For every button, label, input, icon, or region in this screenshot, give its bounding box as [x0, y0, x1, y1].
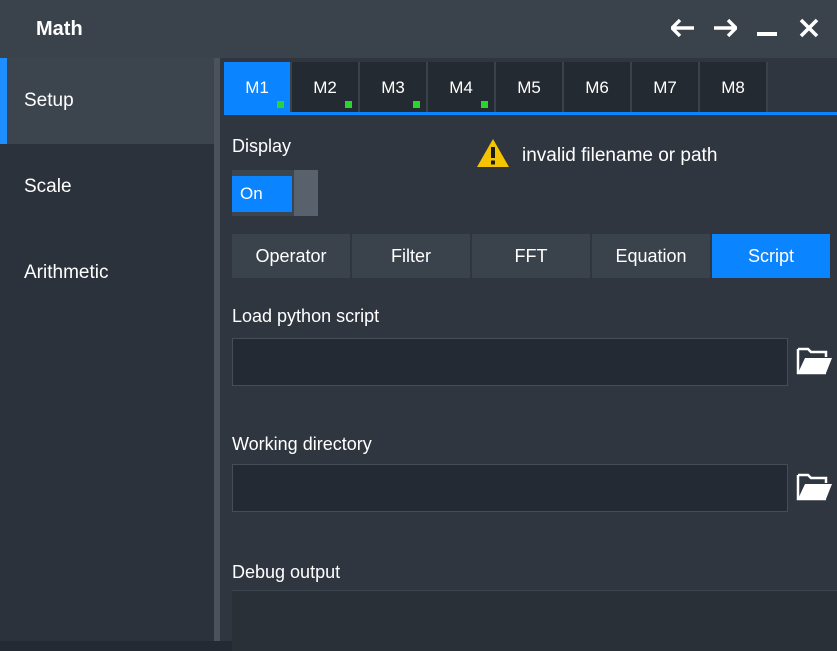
title-bar-controls [669, 14, 823, 42]
tab-label: M4 [449, 78, 473, 97]
sidebar-item-label: Scale [24, 176, 72, 197]
warning-icon [476, 138, 510, 173]
browse-directory-button[interactable] [792, 464, 837, 512]
tab-m3[interactable]: M3 [360, 62, 428, 114]
window-title: Math [36, 18, 83, 40]
working-directory-field[interactable] [232, 464, 788, 512]
arrow-right-icon[interactable] [711, 14, 739, 42]
display-toggle[interactable]: On [232, 170, 318, 216]
debug-output-area[interactable] [232, 590, 837, 651]
tab-label: Equation [615, 245, 687, 266]
tab-label: M6 [585, 78, 609, 97]
sidebar-item-label: Arithmetic [24, 262, 109, 283]
toggle-knob [294, 170, 318, 216]
warning-message: invalid filename or path [476, 138, 717, 173]
tab-m6[interactable]: M6 [564, 62, 632, 114]
script-path-field[interactable] [232, 338, 788, 386]
minimize-icon[interactable] [753, 14, 781, 42]
active-indicator [345, 101, 352, 108]
sidebar-item-label: Setup [24, 90, 74, 111]
tab-m7[interactable]: M7 [632, 62, 700, 114]
tab-label: M8 [721, 78, 745, 97]
title-bar: Math [0, 0, 837, 58]
folder-open-icon [796, 471, 834, 506]
active-indicator [413, 101, 420, 108]
tab-fft[interactable]: FFT [472, 234, 590, 278]
sidebar-item-arithmetic[interactable]: Arithmetic [0, 230, 214, 316]
active-indicator [481, 101, 488, 108]
tab-m2[interactable]: M2 [292, 62, 360, 114]
sidebar: Setup Scale Arithmetic [0, 58, 214, 641]
math-channel-tabs: M1 M2 M3 M4 M5 M6 M7 M8 [224, 62, 768, 114]
tab-filter[interactable]: Filter [352, 234, 470, 278]
debug-output-label: Debug output [232, 562, 341, 582]
tab-underline [224, 112, 837, 115]
sidebar-item-scale[interactable]: Scale [0, 144, 214, 230]
tab-operator[interactable]: Operator [232, 234, 350, 278]
tab-label: Filter [391, 245, 431, 266]
folder-open-icon [796, 345, 834, 380]
tab-label: M3 [381, 78, 405, 97]
tab-label: Operator [255, 245, 327, 266]
arrow-left-icon[interactable] [669, 14, 697, 42]
tab-label: Script [747, 245, 794, 266]
active-indicator [277, 101, 284, 108]
tab-m8[interactable]: M8 [700, 62, 768, 114]
tab-script[interactable]: Script [712, 234, 830, 278]
load-script-label: Load python script [232, 306, 380, 326]
mode-tabs: Operator Filter FFT Equation Script [232, 234, 830, 278]
tab-label: M5 [517, 78, 541, 97]
tab-label: M2 [313, 78, 337, 97]
display-label: Display [232, 136, 292, 156]
tab-label: M1 [245, 78, 269, 97]
toggle-value: On [232, 176, 292, 212]
tab-equation[interactable]: Equation [592, 234, 710, 278]
tab-label: FFT [514, 245, 548, 266]
close-icon[interactable] [795, 14, 823, 42]
tab-m4[interactable]: M4 [428, 62, 496, 114]
tab-m5[interactable]: M5 [496, 62, 564, 114]
tab-m1[interactable]: M1 [224, 62, 292, 114]
browse-script-button[interactable] [792, 338, 837, 386]
setup-panel: M1 M2 M3 M4 M5 M6 M7 M8 Display On inval… [220, 58, 837, 651]
sidebar-item-setup[interactable]: Setup [0, 58, 214, 144]
tab-label: M7 [653, 78, 677, 97]
working-directory-label: Working directory [232, 434, 372, 454]
warning-text: invalid filename or path [522, 144, 718, 166]
